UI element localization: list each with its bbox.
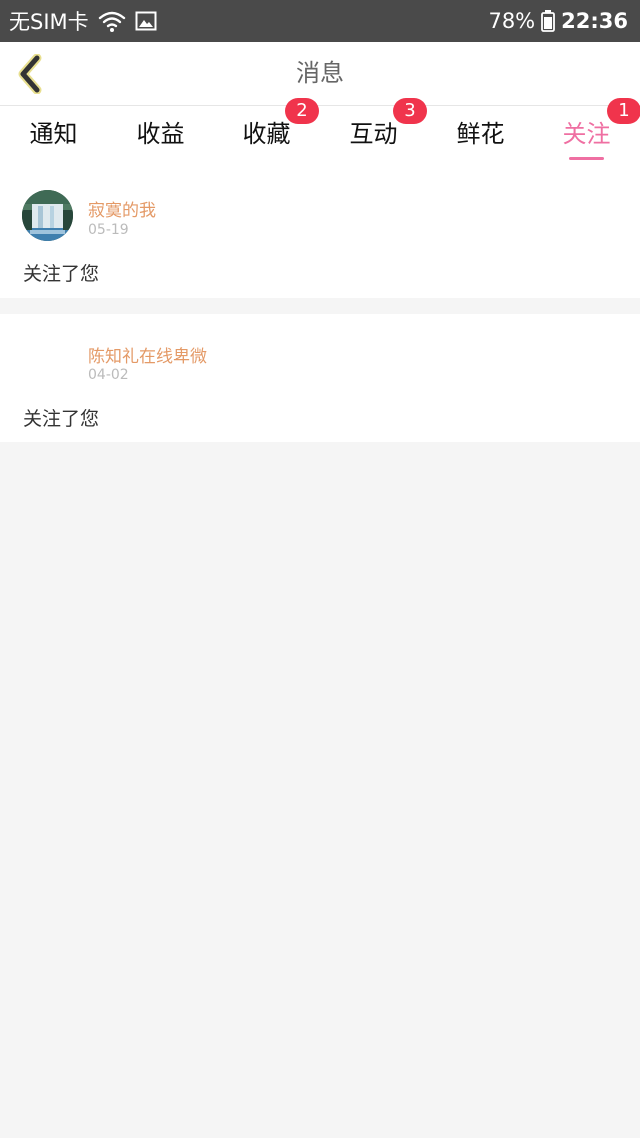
user-name[interactable]: 陈知礼在线卑微 — [88, 342, 207, 367]
status-left: 无SIM卡 — [9, 0, 157, 42]
message-date: 05-19 — [88, 222, 129, 238]
tab-label: 关注 — [562, 120, 611, 148]
image-icon — [135, 11, 157, 31]
message-item[interactable]: 陈知礼在线卑微 04-02 关注了您 — [0, 314, 640, 442]
wifi-icon — [97, 9, 127, 33]
tab-bar: 通知 收益 收藏 2 互动 3 鲜花 关注 1 — [0, 98, 640, 166]
active-tab-indicator — [569, 157, 604, 160]
tab-flowers[interactable]: 鲜花 — [427, 106, 534, 166]
nav-bar: 消息 — [0, 42, 640, 106]
user-name[interactable]: 寂寞的我 — [88, 196, 156, 221]
status-right: 78% 22:36 — [488, 0, 628, 42]
badge-interaction: 3 — [393, 98, 427, 124]
page-title: 消息 — [296, 59, 344, 87]
message-date: 04-02 — [88, 367, 129, 383]
message-text: 关注了您 — [23, 263, 100, 285]
avatar[interactable] — [22, 190, 73, 241]
badge-follow: 1 — [607, 98, 640, 124]
clock: 22:36 — [561, 9, 628, 33]
tab-follow[interactable]: 关注 1 — [533, 98, 640, 166]
tab-interaction[interactable]: 互动 3 — [320, 98, 427, 166]
tab-notice[interactable]: 通知 — [0, 106, 107, 166]
status-bar: 无SIM卡 78% 22:36 — [0, 0, 640, 42]
tab-favorites[interactable]: 收藏 2 — [213, 98, 320, 166]
message-item[interactable]: 寂寞的我 05-19 关注了您 — [0, 166, 640, 298]
badge-favorites: 2 — [285, 98, 319, 124]
waterfall-avatar — [22, 190, 73, 241]
tab-label: 互动 — [349, 120, 398, 148]
tab-label: 通知 — [29, 120, 78, 148]
battery-icon — [541, 10, 556, 32]
message-text: 关注了您 — [23, 408, 100, 430]
battery-percent: 78% — [488, 9, 536, 33]
avatar[interactable] — [22, 336, 73, 387]
tab-label: 鲜花 — [456, 120, 505, 148]
carrier-label: 无SIM卡 — [9, 10, 89, 34]
tab-label: 收益 — [136, 120, 185, 148]
tab-label: 收藏 — [242, 120, 291, 148]
tab-earnings[interactable]: 收益 — [107, 106, 214, 166]
